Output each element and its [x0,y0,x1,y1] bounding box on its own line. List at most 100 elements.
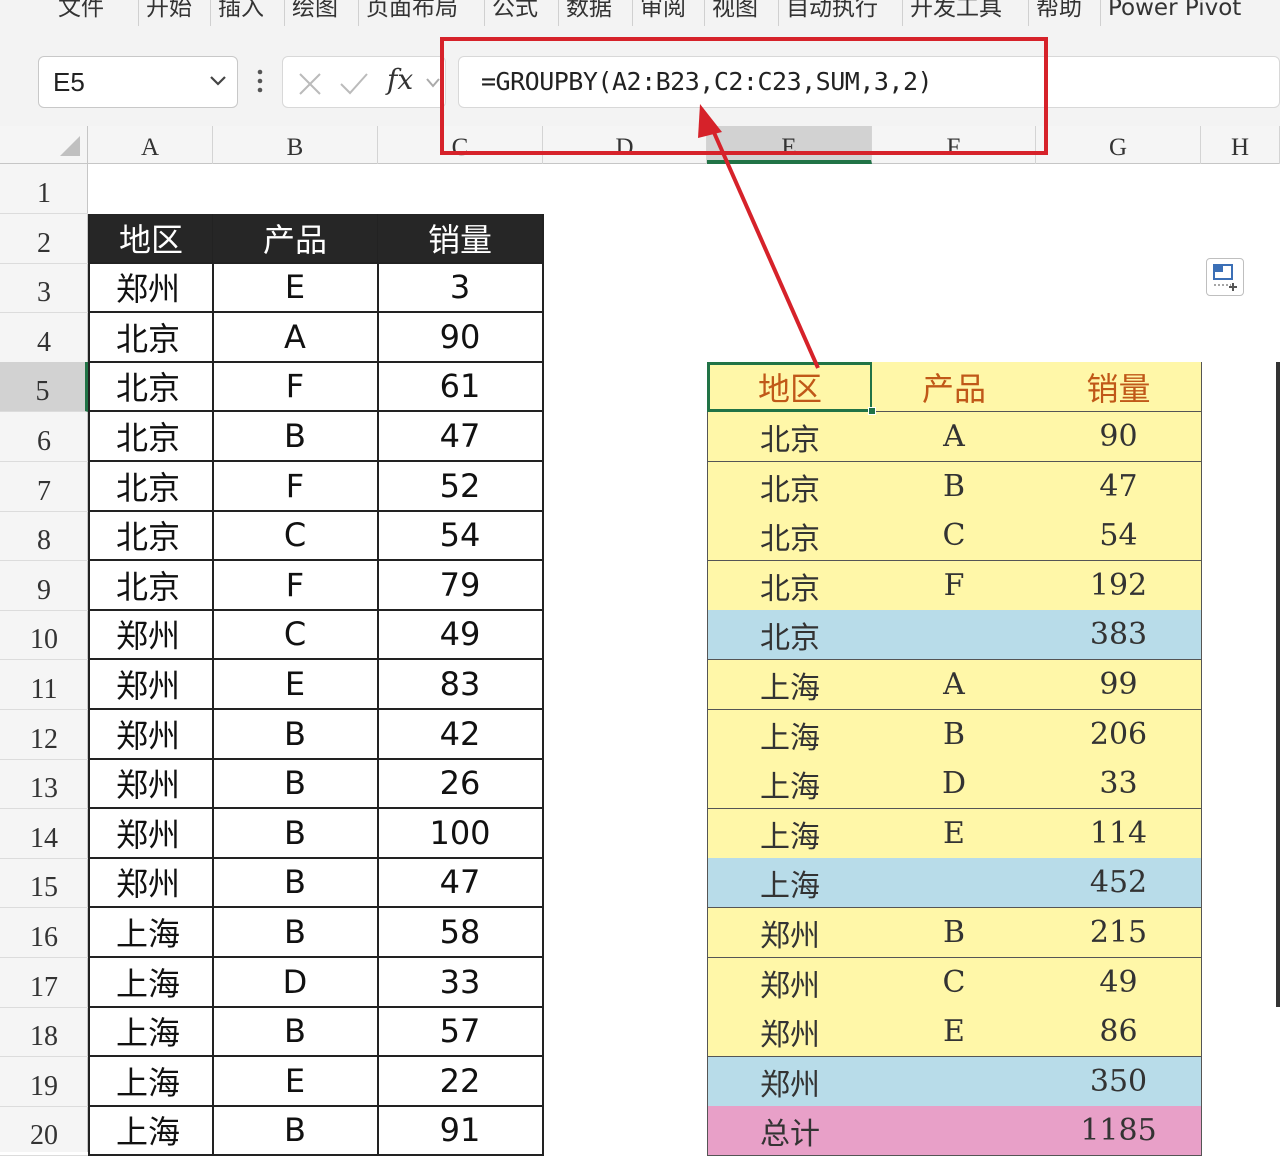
result-cell[interactable]: 1185 [1036,1106,1202,1156]
select-all-corner[interactable] [0,126,88,164]
source-cell[interactable]: 北京 [88,561,214,611]
result-cell[interactable]: 350 [1036,1057,1202,1107]
result-cell[interactable]: 上海 [707,759,873,809]
source-cell[interactable]: B [213,809,379,859]
ribbon-tab[interactable]: 插入 [218,0,264,24]
result-cell[interactable]: A [872,660,1037,710]
result-cell[interactable]: 郑州 [707,1057,873,1107]
row-header[interactable]: 14 [0,809,88,859]
result-cell[interactable]: 郑州 [707,908,873,958]
result-cell[interactable]: 上海 [707,660,873,710]
quick-analysis-icon[interactable] [1206,258,1244,296]
cancel-x-icon[interactable] [297,71,323,97]
source-cell[interactable]: 上海 [88,1106,214,1156]
result-cell[interactable]: C [872,958,1037,1008]
source-cell[interactable]: 47 [378,858,544,908]
row-header[interactable]: 19 [0,1057,88,1107]
source-cell[interactable]: B [213,759,379,809]
row-header[interactable]: 5 [0,362,88,412]
chevron-down-icon[interactable] [425,77,441,89]
source-cell[interactable]: 49 [378,610,544,660]
source-cell[interactable]: 61 [378,362,544,412]
result-cell[interactable]: B [872,908,1037,958]
result-cell[interactable]: 上海 [707,710,873,760]
result-cell[interactable]: 总计 [707,1106,873,1156]
ribbon-tab[interactable]: 帮助 [1036,0,1082,24]
column-header-a[interactable]: A [88,126,213,164]
source-cell[interactable]: 郑州 [88,710,214,760]
row-header[interactable]: 15 [0,858,88,908]
ribbon-tab[interactable]: 文件 [58,0,104,24]
result-cell[interactable]: A [872,412,1037,462]
source-cell[interactable]: B [213,1007,379,1057]
source-cell[interactable]: 上海 [88,1007,214,1057]
result-cell[interactable]: C [872,511,1037,561]
row-header[interactable]: 7 [0,462,88,512]
result-cell[interactable]: 99 [1036,660,1202,710]
source-cell[interactable]: 54 [378,511,544,561]
source-cell[interactable]: 上海 [88,1057,214,1107]
source-header-cell[interactable]: 销量 [378,214,544,264]
row-header[interactable]: 3 [0,263,88,313]
ribbon-tab[interactable]: 公式 [492,0,538,24]
source-cell[interactable]: E [213,1057,379,1107]
source-header-cell[interactable]: 产品 [213,214,379,264]
result-cell[interactable] [872,858,1037,908]
result-cell[interactable]: 90 [1036,412,1202,462]
result-cell[interactable]: 郑州 [707,958,873,1008]
source-cell[interactable]: 郑州 [88,660,214,710]
row-header[interactable]: 9 [0,561,88,611]
source-cell[interactable]: 52 [378,462,544,512]
source-cell[interactable]: 26 [378,759,544,809]
row-header[interactable]: 1 [0,164,88,214]
result-cell[interactable]: D [872,759,1037,809]
source-cell[interactable]: B [213,1106,379,1156]
result-cell[interactable]: E [872,809,1037,859]
source-cell[interactable]: F [213,362,379,412]
source-cell[interactable]: 北京 [88,362,214,412]
source-cell[interactable]: 90 [378,313,544,363]
result-cell[interactable]: F [872,561,1037,611]
row-header[interactable]: 10 [0,610,88,660]
source-cell[interactable]: B [213,710,379,760]
result-cell[interactable]: 86 [1036,1007,1202,1057]
source-cell[interactable]: 郑州 [88,610,214,660]
row-header[interactable]: 16 [0,908,88,958]
source-cell[interactable]: 郑州 [88,858,214,908]
source-cell[interactable]: 47 [378,412,544,462]
result-cell[interactable]: E [872,1007,1037,1057]
source-cell[interactable]: 郑州 [88,263,214,313]
source-cell[interactable]: 3 [378,263,544,313]
result-cell[interactable]: 北京 [707,412,873,462]
result-header-cell[interactable]: 地区 [707,362,873,412]
result-cell[interactable]: 206 [1036,710,1202,760]
result-cell[interactable]: 192 [1036,561,1202,611]
source-cell[interactable]: A [213,313,379,363]
source-cell[interactable]: 郑州 [88,759,214,809]
source-cell[interactable]: E [213,263,379,313]
source-cell[interactable]: 91 [378,1106,544,1156]
result-cell[interactable] [872,1057,1037,1107]
source-cell[interactable]: B [213,858,379,908]
confirm-check-icon[interactable] [339,71,369,97]
ribbon-tab[interactable]: 审阅 [640,0,686,24]
result-cell[interactable] [872,610,1037,660]
source-cell[interactable]: 北京 [88,412,214,462]
source-cell[interactable]: F [213,462,379,512]
ribbon-tab[interactable]: 自动执行 [786,0,878,24]
source-cell[interactable]: 北京 [88,511,214,561]
result-cell[interactable]: 北京 [707,511,873,561]
result-cell[interactable]: 383 [1036,610,1202,660]
result-cell[interactable] [872,1106,1037,1156]
source-cell[interactable]: 57 [378,1007,544,1057]
source-cell[interactable]: 79 [378,561,544,611]
row-header[interactable]: 11 [0,660,88,710]
source-cell[interactable]: B [213,412,379,462]
ribbon-tab[interactable]: 开发工具 [910,0,1002,24]
source-header-cell[interactable]: 地区 [88,214,214,264]
column-header-b[interactable]: B [213,126,378,164]
result-cell[interactable]: 北京 [707,610,873,660]
source-cell[interactable]: 100 [378,809,544,859]
result-header-cell[interactable]: 销量 [1036,362,1202,412]
row-header[interactable]: 20 [0,1106,88,1156]
